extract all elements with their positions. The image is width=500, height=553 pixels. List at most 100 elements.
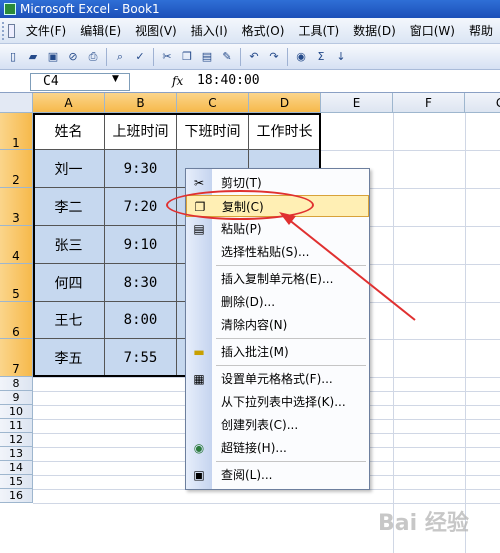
save-icon[interactable]: ▣ <box>44 48 62 66</box>
context-menu: ✂ 剪切(T) ❐ 复制(C) ▤ 粘贴(P) 选择性粘贴(S)... 插入复制… <box>185 168 370 490</box>
ctx-paste-label: 粘贴(P) <box>221 222 262 236</box>
row-header-5[interactable]: 5 <box>0 264 33 302</box>
cut-icon[interactable]: ✂ <box>158 48 176 66</box>
row-header-6[interactable]: 6 <box>0 302 33 339</box>
grid-line <box>33 503 500 504</box>
row-header-7[interactable]: 7 <box>0 339 33 377</box>
formula-bar: C4 ▼ fx 18:40:00 <box>0 71 500 93</box>
column-header-b[interactable]: B <box>105 93 177 113</box>
toolbar-separator <box>153 47 154 66</box>
ctx-insert-copied-cells-label: 插入复制单元格(E)... <box>221 272 334 286</box>
column-header-c[interactable]: C <box>177 93 249 113</box>
menu-separator <box>216 365 366 366</box>
toolbar-separator <box>240 47 241 66</box>
row-header-2[interactable]: 2 <box>0 150 33 188</box>
header-cell-name[interactable]: 姓名 <box>33 113 105 150</box>
ctx-cut-label: 剪切(T) <box>221 176 262 190</box>
ctx-paste[interactable]: ▤ 粘贴(P) <box>186 218 369 240</box>
window-title-bar: Microsoft Excel - Book1 <box>0 0 500 18</box>
row-header-1[interactable]: 1 <box>0 113 33 150</box>
ctx-delete[interactable]: 删除(D)... <box>186 291 369 313</box>
header-cell-duration[interactable]: 工作时长 <box>249 113 321 150</box>
chevron-down-icon[interactable]: ▼ <box>112 74 119 84</box>
window-title: Microsoft Excel - Book1 <box>20 2 160 16</box>
menu-format[interactable]: 格式(O) <box>235 20 292 42</box>
menu-tools[interactable]: 工具(T) <box>291 20 346 42</box>
menu-view[interactable]: 视图(V) <box>128 20 184 42</box>
cell-b4[interactable]: 9:10 <box>105 226 177 264</box>
sort-ascending-icon[interactable]: ↓ <box>332 48 350 66</box>
copy-icon: ❐ <box>194 200 206 214</box>
row-header-14[interactable]: 14 <box>0 461 33 475</box>
ctx-delete-label: 删除(D)... <box>221 295 276 309</box>
ctx-format-cells[interactable]: ▦ 设置单元格格式(F)... <box>186 368 369 390</box>
new-icon[interactable]: ▯ <box>4 48 22 66</box>
column-header-a[interactable]: A <box>33 93 105 113</box>
row-header-9[interactable]: 9 <box>0 391 33 405</box>
ctx-hyperlink[interactable]: ◉ 超链接(H)... <box>186 437 369 459</box>
permission-icon[interactable]: ⊘ <box>64 48 82 66</box>
cell-b6[interactable]: 8:00 <box>105 302 177 339</box>
cell-a6[interactable]: 王七 <box>33 302 105 339</box>
cell-b2[interactable]: 9:30 <box>105 150 177 188</box>
cell-a2[interactable]: 刘一 <box>33 150 105 188</box>
ctx-copy[interactable]: ❐ 复制(C) <box>186 195 369 217</box>
menu-separator <box>216 265 366 266</box>
ctx-clear-contents[interactable]: 清除内容(N) <box>186 314 369 336</box>
menu-help[interactable]: 帮助 <box>462 20 500 42</box>
ctx-create-list[interactable]: 创建列表(C)... <box>186 414 369 436</box>
row-header-13[interactable]: 13 <box>0 447 33 461</box>
ctx-paste-special[interactable]: 选择性粘贴(S)... <box>186 241 369 263</box>
row-header-10[interactable]: 10 <box>0 405 33 419</box>
cell-a5[interactable]: 何四 <box>33 264 105 302</box>
workbook-icon[interactable] <box>8 23 15 38</box>
column-header-g[interactable]: G <box>465 93 500 113</box>
row-header-16[interactable]: 16 <box>0 489 33 503</box>
row-header-8[interactable]: 8 <box>0 377 33 391</box>
research-icon: ▣ <box>193 468 205 482</box>
cell-a4[interactable]: 张三 <box>33 226 105 264</box>
menu-file[interactable]: 文件(F) <box>19 20 73 42</box>
ctx-cut[interactable]: ✂ 剪切(T) <box>186 172 369 194</box>
print-icon[interactable]: ⎙ <box>84 48 102 66</box>
column-header-d[interactable]: D <box>249 93 321 113</box>
cell-a3[interactable]: 李二 <box>33 188 105 226</box>
row-header-11[interactable]: 11 <box>0 419 33 433</box>
hyperlink-icon[interactable]: ◉ <box>292 48 310 66</box>
paste-icon[interactable]: ▤ <box>198 48 216 66</box>
row-header-4[interactable]: 4 <box>0 226 33 264</box>
ctx-pick-from-list-label: 从下拉列表中选择(K)... <box>221 395 346 409</box>
ctx-insert-copied-cells[interactable]: 插入复制单元格(E)... <box>186 268 369 290</box>
column-header-f[interactable]: F <box>393 93 465 113</box>
menu-insert[interactable]: 插入(I) <box>184 20 235 42</box>
menu-data[interactable]: 数据(D) <box>346 20 403 42</box>
row-header-12[interactable]: 12 <box>0 433 33 447</box>
ctx-insert-comment[interactable]: ▬ 插入批注(M) <box>186 341 369 363</box>
menu-window[interactable]: 窗口(W) <box>403 20 462 42</box>
spelling-icon[interactable]: ✓ <box>131 48 149 66</box>
standard-toolbar: ▯ ▰ ▣ ⊘ ⎙ ⌕ ✓ ✂ ❐ ▤ ✎ ↶ ↷ ◉ Σ ↓ <box>0 44 500 70</box>
ctx-copy-label: 复制(C) <box>222 200 264 214</box>
redo-icon[interactable]: ↷ <box>265 48 283 66</box>
function-icon[interactable]: fx <box>172 74 183 88</box>
copy-icon[interactable]: ❐ <box>178 48 196 66</box>
open-icon[interactable]: ▰ <box>24 48 42 66</box>
cell-b7[interactable]: 7:55 <box>105 339 177 377</box>
row-header-3[interactable]: 3 <box>0 188 33 226</box>
cell-b3[interactable]: 7:20 <box>105 188 177 226</box>
header-cell-end[interactable]: 下班时间 <box>177 113 249 150</box>
column-header-e[interactable]: E <box>321 93 393 113</box>
cell-a7[interactable]: 李五 <box>33 339 105 377</box>
cell-b5[interactable]: 8:30 <box>105 264 177 302</box>
ctx-research[interactable]: ▣ 查阅(L)... <box>186 464 369 486</box>
formula-input[interactable]: 18:40:00 <box>197 73 260 88</box>
row-header-15[interactable]: 15 <box>0 475 33 489</box>
select-all-corner[interactable] <box>0 93 33 113</box>
ctx-pick-from-list[interactable]: 从下拉列表中选择(K)... <box>186 391 369 413</box>
print-preview-icon[interactable]: ⌕ <box>111 48 129 66</box>
autosum-icon[interactable]: Σ <box>312 48 330 66</box>
header-cell-start[interactable]: 上班时间 <box>105 113 177 150</box>
format-painter-icon[interactable]: ✎ <box>218 48 236 66</box>
menu-edit[interactable]: 编辑(E) <box>73 20 128 42</box>
undo-icon[interactable]: ↶ <box>245 48 263 66</box>
